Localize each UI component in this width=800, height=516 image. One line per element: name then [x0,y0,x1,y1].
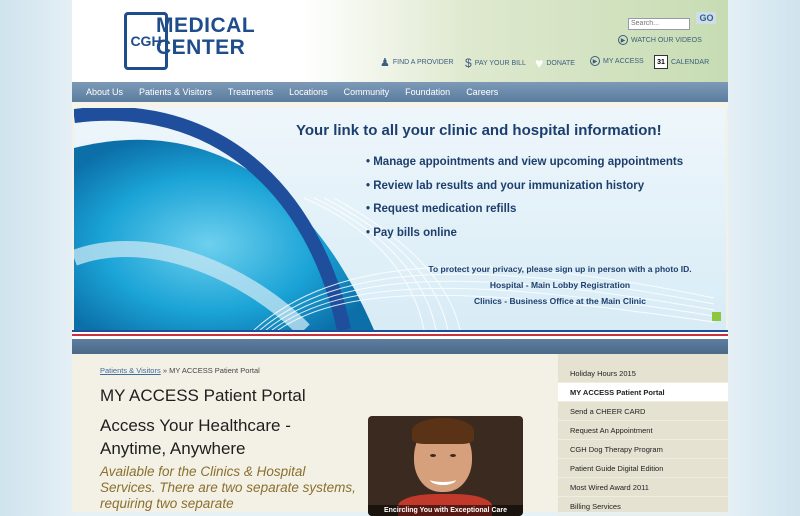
photo-eye [430,454,436,457]
breadcrumb-current: MY ACCESS Patient Portal [169,366,260,375]
person-icon: ♟ [380,57,390,69]
heart-icon: ♥ [535,55,544,71]
breadcrumb: Patients & Visitors » MY ACCESS Patient … [100,366,260,375]
nav-patients-visitors[interactable]: Patients & Visitors [131,82,220,102]
slide-indicator[interactable] [712,312,721,321]
sidebar-item-billing[interactable]: Billing Services [558,497,728,516]
watch-videos-label: WATCH OUR VIDEOS [631,36,702,44]
donate-label: DONATE [546,59,575,67]
nav-careers[interactable]: Careers [458,82,506,102]
logo-text-medical: MEDICAL [156,14,256,37]
banner-bullet: • Pay bills online [366,226,457,239]
donate-link[interactable]: ♥ DONATE [535,55,575,71]
sidebar-item-holiday-hours[interactable]: Holiday Hours 2015 [558,364,728,383]
sidebar-item-most-wired[interactable]: Most Wired Award 2011 [558,478,728,497]
logo-text-center: CENTER [156,36,246,59]
photo-caption: Encircling You with Exceptional Care [368,505,523,516]
sidebar-top-spacer [558,354,728,364]
sidebar-item-patient-guide[interactable]: Patient Guide Digital Edition [558,459,728,478]
header: CGH MEDICAL CENTER GO ▶ WATCH OUR VIDEOS… [72,0,728,82]
sidebar-item-my-access[interactable]: MY ACCESS Patient Portal [558,383,728,402]
page: CGH MEDICAL CENTER GO ▶ WATCH OUR VIDEOS… [72,0,728,516]
find-provider-link[interactable]: ♟ FIND A PROVIDER [380,56,454,69]
nav-locations[interactable]: Locations [281,82,336,102]
page-subtitle: Access Your Healthcare - Anytime, Anywhe… [100,416,291,458]
sidebar-item-dog-therapy[interactable]: CGH Dog Therapy Program [558,440,728,459]
banner-bullet: • Manage appointments and view upcoming … [366,156,684,168]
banner-bullet: • Request medication refills [366,203,517,215]
divider-stripes [72,330,728,354]
banner-bullets: • Manage appointments and view upcoming … [366,156,683,250]
banner-headline: Your link to all your clinic and hospita… [296,122,662,139]
nav-about-us[interactable]: About Us [78,82,131,102]
banner-note-privacy: To protect your privacy, please sign up … [428,264,692,274]
pay-bill-link[interactable]: $ PAY YOUR BILL [465,56,526,70]
cgh-logo[interactable]: CGH MEDICAL CENTER [122,8,282,76]
photo-eye [450,454,456,457]
sidebar-item-cheer-card[interactable]: Send a CHEER CARD [558,402,728,421]
photo-smile [430,474,456,485]
search-bar: GO [628,12,717,30]
calendar-label: CALENDAR [671,58,710,66]
pay-bill-label: PAY YOUR BILL [474,59,526,67]
nav-treatments[interactable]: Treatments [220,82,281,102]
watch-videos-link[interactable]: ▶ WATCH OUR VIDEOS [618,35,702,45]
banner-bullet: • Review lab results and your immunizati… [366,179,645,192]
page-title: MY ACCESS Patient Portal [100,386,306,405]
nav-foundation[interactable]: Foundation [397,82,458,102]
find-provider-label: FIND A PROVIDER [392,59,454,66]
main-content: Patients & Visitors » MY ACCESS Patient … [72,354,558,516]
banner-note-hospital: Hospital - Main Lobby Registration [489,280,631,290]
main-nav: About Us Patients & Visitors Treatments … [72,82,728,102]
calendar-link[interactable]: 31 CALENDAR [654,55,709,69]
breadcrumb-link[interactable]: Patients & Visitors [100,366,161,375]
child-photo: Encircling You with Exceptional Care [368,416,523,516]
my-access-link[interactable]: ▶ MY ACCESS [590,56,644,66]
sidebar: Holiday Hours 2015 MY ACCESS Patient Por… [558,354,728,516]
calendar-icon: 31 [654,55,668,69]
sidebar-item-request-appointment[interactable]: Request An Appointment [558,421,728,440]
banner-note-clinics: Clinics - Business Office at the Main Cl… [474,296,646,306]
breadcrumb-separator: » [160,366,170,375]
play-icon: ▶ [618,35,628,45]
play-icon: ▶ [590,56,600,66]
search-input[interactable] [628,17,690,30]
search-go-button[interactable]: GO [696,12,717,24]
intro-text: Available for the Clinics & Hospital Ser… [100,464,356,511]
dollar-icon: $ [465,56,472,70]
hero-banner[interactable]: Your link to all your clinic and hospita… [74,108,726,330]
my-access-label: MY ACCESS [603,57,644,65]
nav-community[interactable]: Community [336,82,398,102]
photo-hair [412,418,474,444]
